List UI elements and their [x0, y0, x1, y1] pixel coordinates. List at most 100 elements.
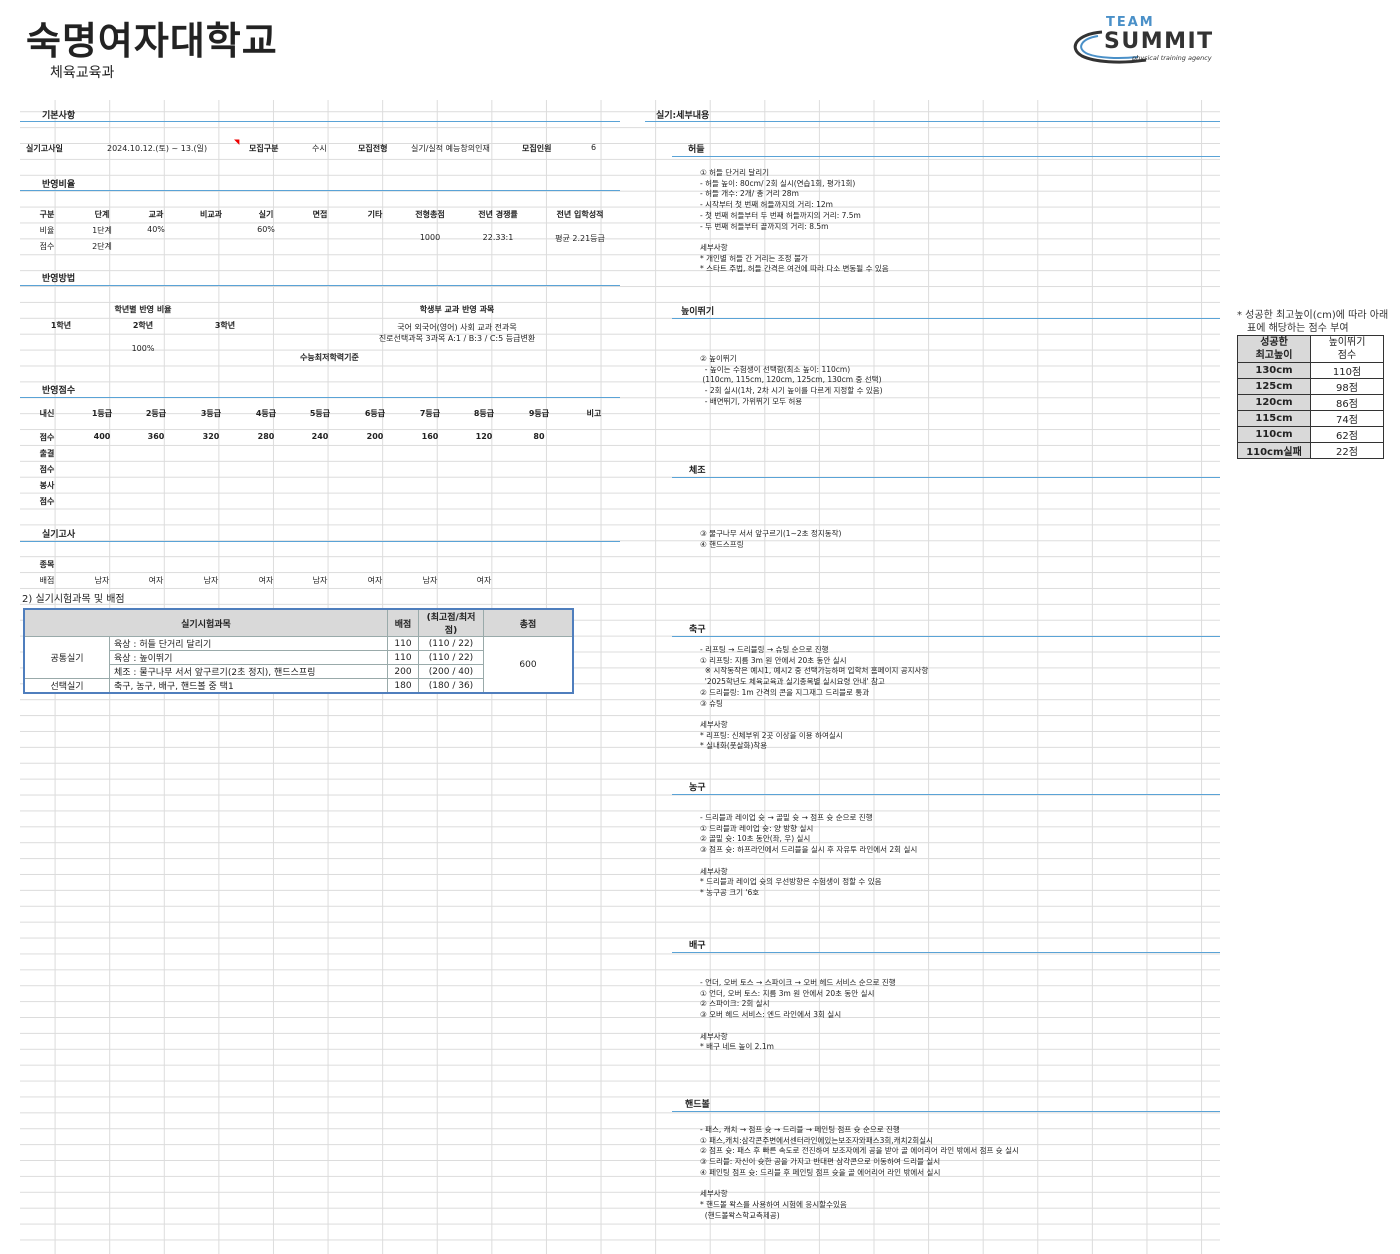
score-header: 3등급 [200, 409, 222, 418]
score-header: 내신 [39, 409, 55, 418]
ratio-header: 교과 [148, 210, 164, 219]
ratio-admission: 평균 2.21등급 [555, 234, 605, 243]
exam-header: 총점 [483, 608, 574, 637]
attendance-label: 출결 [39, 449, 55, 458]
subject-line2: 진로선택과목 3과목 A:1 / B:3 / C:5 등급변환 [378, 334, 536, 343]
suneung-label: 수능최저학력기준 [300, 353, 359, 362]
handball-title: 핸드볼 [685, 1100, 710, 1110]
exam-score: 110 [387, 636, 419, 651]
exam-score: 200 [387, 664, 419, 679]
exam-subject: 육상 : 높이뛰기 [109, 650, 388, 665]
ratio-header: 기타 [367, 210, 383, 219]
exam-range: (200 / 40) [418, 664, 484, 679]
score-header: 1등급 [91, 409, 113, 418]
score-value: 200 [366, 432, 384, 441]
highjump-title: 높이뛰기 [681, 307, 715, 317]
exam-range: (110 / 22) [418, 636, 484, 651]
ratio-cell: 1단계 [92, 226, 112, 235]
section-ratio: 반영비율 [42, 180, 76, 190]
grade-value: 100% [131, 344, 155, 353]
height-header: 성공한 최고높이 [1237, 335, 1311, 363]
volunteer-label: 봉사 [39, 481, 55, 490]
volleyball-title: 배구 [689, 941, 706, 951]
gender-label: 여자 [367, 576, 383, 585]
exam-header: 실기시험과목 [23, 608, 388, 637]
score-value: 120 [475, 432, 493, 441]
height-score-table: 성공한 최고높이 높이뛰기 점수 130cm 110점 125cm 98점 120cm 8… [1237, 335, 1384, 459]
ratio-header: 전년 입학성적 [556, 210, 604, 219]
ratio-header: 실기 [258, 210, 274, 219]
university-title: 숙명여자대학교 [26, 19, 278, 63]
team-summit-logo: TEAM SUMMIT physical training agency [1068, 12, 1233, 70]
subject-title: 학생부 교과 반영 과목 [419, 305, 495, 314]
score-value: 80 [533, 432, 545, 441]
table-row: 125cm 98점 [1237, 378, 1384, 395]
table-row: 공통실기 육상 : 허들 단거리 달리기 110 (110 / 22) 600 [23, 636, 574, 694]
exam-header: (최고점/최저점) [418, 608, 484, 637]
gym-title: 체조 [689, 466, 706, 476]
soccer-text: - 리프팅 → 드리블링 → 슈팅 순으로 진행 ① 리프팅: 지름 3m 원 … [700, 645, 929, 751]
elective-label: 선택실기 [23, 678, 110, 694]
score-header: 5등급 [309, 409, 331, 418]
category-value: 수시 [312, 144, 327, 153]
section-practical: 실기고사 [42, 530, 76, 540]
hurdle-text: ① 허들 단거리 달리기 - 허들 높이: 80cm/ 2회 실시(연습1회, … [700, 168, 889, 274]
gym-text: ③ 물구나무 서서 앞구르기(1~2초 정지동작) ④ 핸드스프링 [700, 529, 842, 549]
type-label: 모집전형 [358, 144, 388, 153]
comment-marker: ◥ [234, 138, 240, 146]
section-scores: 반영점수 [42, 386, 76, 396]
score-header: 2등급 [145, 409, 167, 418]
score-row-label: 점수 [39, 465, 55, 474]
table-row: 130cm 110점 [1237, 362, 1384, 379]
gender-label: 남자 [203, 576, 219, 585]
ratio-header: 구분 [39, 210, 55, 219]
ratio-header: 전형총점 [415, 210, 445, 219]
ratio-header: 비교과 [199, 210, 223, 219]
exam-range: (110 / 22) [418, 650, 484, 665]
table-row: 115cm 74점 [1237, 410, 1384, 427]
score-value: 400 [93, 432, 111, 441]
score-value: 160 [421, 432, 439, 441]
gender-label: 남자 [94, 576, 110, 585]
exam-subject: 체조 : 물구나무 서서 앞구르기(2초 정지), 핸드스프링 [109, 664, 388, 679]
exam-range: (180 / 36) [418, 678, 484, 694]
section-method: 반영방법 [42, 274, 76, 284]
exam-subjects-table: 실기시험과목 배점 (최고점/최저점) 총점 공통실기 육상 : 허들 단거리 … [23, 608, 574, 694]
table-row: 110cm실패 22점 [1237, 442, 1384, 459]
ratio-header: 전년 경쟁률 [478, 210, 518, 219]
exam-score: 110 [387, 650, 419, 665]
ratio-cell: 비율 [39, 226, 55, 235]
score-value: 360 [147, 432, 165, 441]
score-header: 비고 [586, 409, 602, 418]
exam-date: 2024.10.12.(토) ~ 13.(일) [107, 144, 208, 153]
exam-subject: 육상 : 허들 단거리 달리기 [109, 636, 388, 651]
score-header: 4등급 [255, 409, 277, 418]
category-label: 모집구분 [249, 144, 279, 153]
score-header: 9등급 [528, 409, 550, 418]
logo-team: TEAM [1106, 15, 1155, 30]
gender-label: 남자 [422, 576, 438, 585]
basketball-title: 농구 [689, 783, 706, 793]
score-row-label: 점수 [39, 433, 55, 442]
height-note-2: 표에 해당하는 점수 부여 [1247, 323, 1349, 334]
score-value: 280 [257, 432, 275, 441]
section-details: 실기:세부내용 [656, 111, 710, 121]
highjump-text: ② 높이뛰기 - 높이는 수험생이 선택함(최소 높이: 110cm) (110… [700, 354, 883, 406]
quota-label: 모집인원 [522, 144, 552, 153]
exam-score: 180 [387, 678, 419, 694]
grade-label: 1학년 [50, 321, 72, 330]
score-header: 8등급 [473, 409, 495, 418]
ratio-cell: 2단계 [92, 242, 112, 251]
table-row: 120cm 86점 [1237, 394, 1384, 411]
score-header: 높이뛰기 점수 [1310, 335, 1384, 363]
exam-header: 배점 [387, 608, 419, 637]
ratio-total: 1000 [419, 233, 441, 242]
item-label: 종목 [39, 560, 55, 569]
logo-tagline: physical training agency [1131, 54, 1212, 62]
section-basic: 기본사항 [42, 111, 76, 121]
score-row-label: 점수 [39, 497, 55, 506]
table-row: 110cm 62점 [1237, 426, 1384, 443]
ratio-header: 면접 [312, 210, 328, 219]
logo-summit: SUMMIT [1104, 29, 1214, 54]
soccer-title: 축구 [689, 625, 706, 635]
